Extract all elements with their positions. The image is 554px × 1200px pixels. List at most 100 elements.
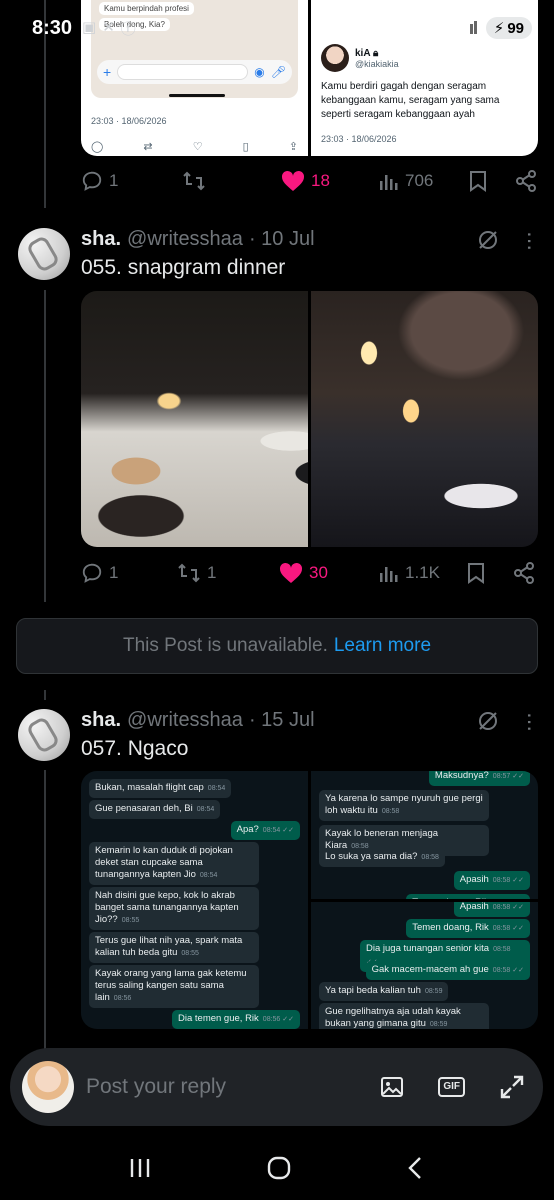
image-icon[interactable]: [380, 1075, 404, 1099]
battery-level: 99: [507, 19, 524, 37]
views-icon: [380, 175, 398, 190]
status-time: 8:30: [32, 16, 73, 39]
chat-message-time: 08:58: [381, 808, 400, 815]
author-handle[interactable]: @writesshaa: [127, 228, 243, 251]
chat-message-text: Temen doang, Rik: [412, 921, 489, 933]
chat-message-out: Dia temen gue, Rik 08:56 ✓✓: [172, 1010, 300, 1029]
chat-message-time: 08:55: [121, 917, 140, 924]
chat-input-bar: + ◉ 🎤︎: [97, 60, 292, 84]
back-icon[interactable]: [406, 1156, 426, 1180]
user-avatar[interactable]: [22, 1061, 74, 1113]
chat-message-in: Bukan, masalah flight cap 08:54: [89, 779, 232, 798]
embed-timestamp: 23:03 · 18/06/2026: [321, 134, 397, 144]
author-name[interactable]: sha.: [81, 228, 121, 251]
post3-chat-screenshots: Bukan, masalah flight cap 08:54 Gue penasa…: [81, 771, 538, 1029]
reply-button[interactable]: 1: [81, 562, 177, 584]
chat-message-in: Terus gue lihat nih yaa, spark mata kali…: [89, 932, 259, 963]
like-button[interactable]: 18: [281, 170, 379, 192]
reply-input[interactable]: Post your reply: [86, 1075, 380, 1099]
chat-message-in: Gue ngelihatnya aja udah kayak bukan yan…: [319, 1002, 489, 1029]
recent-apps-icon[interactable]: [128, 1157, 152, 1179]
embed-action-row: ◯ ⇄ ♡ ▯ ⇪: [91, 140, 298, 153]
bookmark-icon: [470, 171, 486, 192]
share-icon: [514, 562, 534, 584]
dinner-photo-2[interactable]: [311, 291, 538, 547]
author-handle[interactable]: @writesshaa: [127, 709, 243, 732]
chat-message-text: Apasih: [459, 901, 489, 912]
chat-message-time: 08:54: [207, 785, 226, 792]
wifi-icon: [434, 19, 454, 38]
post2-header: sha. @writesshaa · 10 Jul: [81, 228, 315, 251]
chat-message-out: Temen doang, Rik08:58 ✓✓: [406, 894, 530, 899]
status-bar: 8:30 ▣ ✕ ⓕ ⚡ 99: [0, 0, 554, 56]
unavailable-post-notice: This Post is unavailable. Learn more: [16, 618, 538, 674]
chat-message-in: Kemarin lo kan duduk di pojokan deket st…: [89, 842, 259, 885]
unavailable-text: This Post is unavailable.: [122, 635, 328, 656]
views-icon: [380, 567, 398, 582]
chat-input-field: [117, 64, 249, 80]
chat-screenshot-right-bottom[interactable]: Apasih 08:58 ✓✓ Temen doang, Rik 08:58 ✓✓ Di…: [311, 901, 538, 1029]
signal-icon: [461, 20, 478, 37]
learn-more-link[interactable]: Learn more: [334, 635, 431, 657]
chat-message-time: 08:58 ✓✓: [492, 903, 524, 911]
chat-message-time: 08:54: [199, 872, 218, 879]
chat-message-time: 08:54 ✓✓: [262, 827, 294, 834]
gif-icon[interactable]: GIF: [438, 1077, 465, 1097]
more-options-icon[interactable]: ⋯: [518, 231, 540, 249]
repost-button[interactable]: 1: [177, 562, 279, 584]
chat-message-text: Maksudnya?: [434, 771, 489, 781]
post3-header: sha. @writesshaa · 15 Jul: [81, 709, 315, 732]
chat-message-in: Ya tapi beda kalian tuh 08:59: [319, 981, 449, 1001]
chat-message-in: Gue penasaran deh, Bi 08:54: [89, 800, 221, 819]
like-count: 30: [309, 563, 328, 582]
battery-indicator: ⚡ 99: [485, 17, 532, 39]
chat-message-text: Terus gue lihat nih yaa, spark mata kali…: [95, 935, 243, 958]
system-icons: ⚡ 99: [434, 17, 532, 39]
chat-message-out: Maksudnya? 08:57 ✓✓: [428, 771, 530, 786]
repost-button[interactable]: [182, 170, 281, 192]
like-button[interactable]: 30: [279, 562, 379, 584]
share-icon: ⇪: [288, 141, 298, 153]
post2-action-row: 1 1 30 1.1K: [81, 562, 538, 584]
author-avatar[interactable]: [18, 709, 70, 761]
more-options-icon[interactable]: ⋯: [518, 712, 540, 730]
bookmark-button[interactable]: [467, 562, 513, 584]
chat-message-time: 08:56: [113, 995, 132, 1002]
views-button[interactable]: 706: [379, 171, 469, 191]
author-avatar[interactable]: [18, 228, 70, 280]
expand-icon[interactable]: [499, 1074, 525, 1100]
post-date[interactable]: · 10 Jul: [249, 228, 315, 251]
views-button[interactable]: 1.1K: [379, 563, 467, 583]
reply-button[interactable]: 1: [81, 170, 182, 192]
chat-message-time: 08:58: [421, 854, 439, 861]
chat-message-in: Lo suka ya sama dia? 08:58: [319, 848, 445, 867]
bookmark-button[interactable]: [469, 170, 515, 192]
author-name[interactable]: sha.: [81, 709, 121, 732]
chat-screenshot-right-top[interactable]: Maksudnya? 08:57 ✓✓ Ya karena lo sampe nyu…: [311, 771, 538, 899]
repost-icon: [178, 563, 200, 583]
home-icon[interactable]: [267, 1156, 291, 1180]
share-button[interactable]: [515, 170, 537, 192]
dinner-photo-1[interactable]: [81, 291, 308, 547]
chat-message-time: 08:58 ✓✓: [492, 877, 524, 884]
post1-action-row: 1 18 706: [81, 170, 538, 192]
grok-icon[interactable]: [476, 228, 500, 252]
repost-count: 1: [207, 563, 217, 582]
post-text: 057. Ngaco: [81, 737, 189, 760]
system-nav-bar: [0, 1136, 554, 1200]
post2-photos: [81, 291, 538, 547]
reply-count: 1: [109, 171, 119, 190]
chat-screenshot-left[interactable]: Bukan, masalah flight cap 08:54 Gue penasa…: [81, 771, 308, 1029]
reply-composer: Post your reply GIF: [10, 1048, 543, 1126]
grok-icon[interactable]: [476, 709, 500, 733]
chat-message-time: 08:56 ✓✓: [262, 1016, 294, 1023]
repost-icon: ⇄: [143, 141, 153, 153]
x-app-icon: ✕: [102, 18, 115, 36]
share-button[interactable]: [513, 562, 535, 584]
mic-icon: 🎤︎: [270, 65, 286, 79]
chat-message-text: Apasih: [459, 874, 489, 885]
repost-icon: [183, 171, 205, 191]
chat-screenshot-right-group: Maksudnya? 08:57 ✓✓ Ya karena lo sampe nyu…: [311, 771, 538, 1029]
reply-icon: [82, 563, 102, 583]
post-date[interactable]: · 15 Jul: [249, 709, 315, 732]
